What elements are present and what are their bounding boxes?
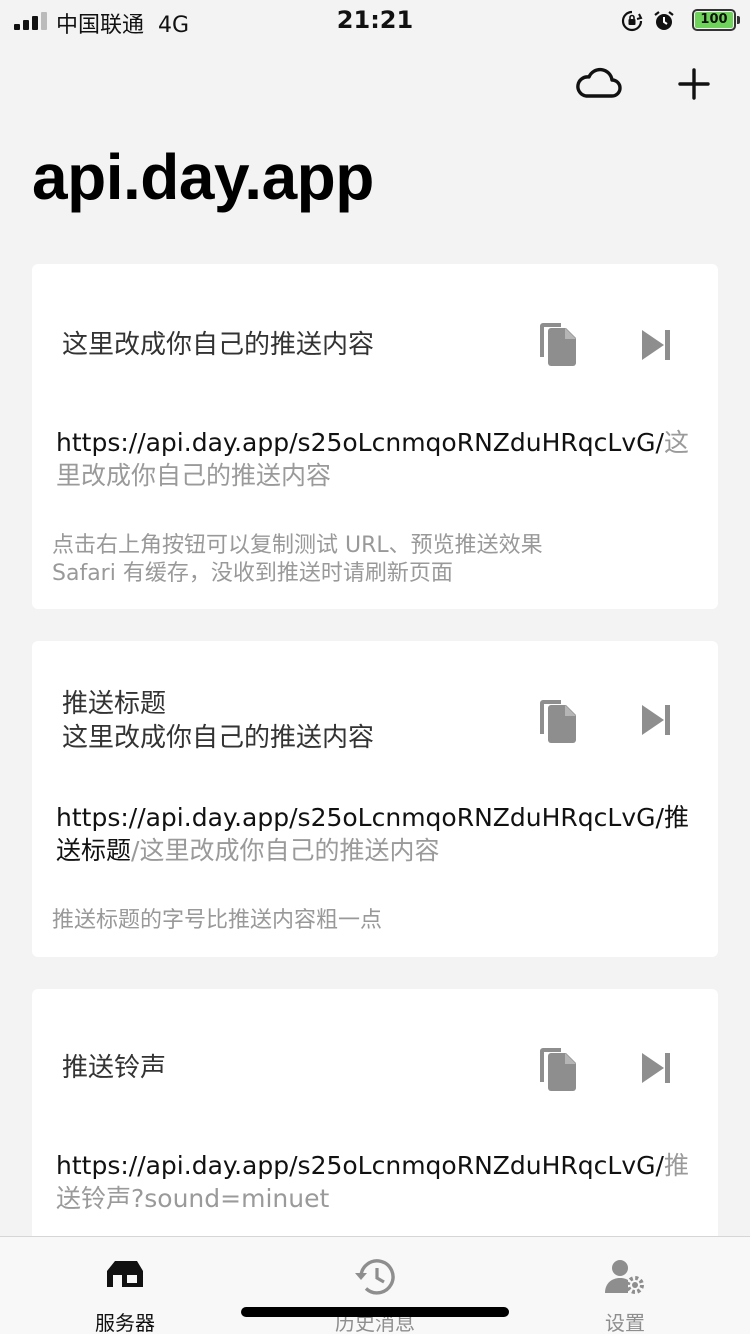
battery-level: 100 — [695, 12, 733, 28]
copy-icon[interactable] — [536, 697, 578, 745]
battery-icon: 100 — [692, 9, 740, 31]
alarm-icon — [654, 11, 674, 30]
card-title: 推送铃声 — [62, 1053, 167, 1083]
tab-label: 设置 — [605, 1311, 645, 1334]
tab-settings[interactable]: 设置 — [550, 1237, 700, 1334]
tab-history[interactable]: 历史消息 — [300, 1237, 450, 1334]
preview-send-icon[interactable] — [640, 328, 672, 362]
history-icon — [355, 1259, 395, 1295]
page-title: api.day.app — [32, 141, 374, 213]
push-example-card: 这里改成你自己的推送内容 https://api.day.app/s25oLcn… — [32, 264, 718, 609]
push-title-card: 推送标题 这里改成你自己的推送内容 https://api.day.app/s2… — [32, 641, 718, 957]
settings-icon — [605, 1260, 644, 1294]
push-url[interactable]: https://api.day.app/s25oLcnmqoRNZduHRqcL… — [56, 1149, 706, 1215]
copy-icon[interactable] — [536, 1045, 578, 1093]
preview-send-icon[interactable] — [640, 1051, 672, 1085]
push-url[interactable]: https://api.day.app/s25oLcnmqoRNZduHRqcL… — [56, 801, 706, 867]
tab-label: 服务器 — [95, 1311, 155, 1334]
card-title: 推送标题 这里改成你自己的推送内容 — [62, 689, 375, 753]
server-icon — [107, 1261, 143, 1287]
tab-server[interactable]: 服务器 — [50, 1237, 200, 1334]
orientation-lock-icon — [621, 10, 643, 32]
add-button[interactable] — [668, 62, 720, 106]
copy-icon[interactable] — [536, 320, 578, 368]
preview-send-icon[interactable] — [640, 703, 672, 737]
home-indicator — [241, 1307, 509, 1317]
push-url[interactable]: https://api.day.app/s25oLcnmqoRNZduHRqcL… — [56, 426, 706, 492]
card-hint: 点击右上角按钮可以复制测试 URL、预览推送效果 Safari 有缓存，没收到推… — [52, 533, 543, 586]
tab-bar: 服务器 历史消息 设置 — [0, 1236, 750, 1334]
cloud-icon[interactable] — [572, 62, 624, 106]
card-hint: 推送标题的字号比推送内容粗一点 — [52, 908, 383, 933]
status-bar: 中国联通 4G 21:21 100 — [0, 0, 750, 40]
card-title: 这里改成你自己的推送内容 — [62, 330, 375, 360]
